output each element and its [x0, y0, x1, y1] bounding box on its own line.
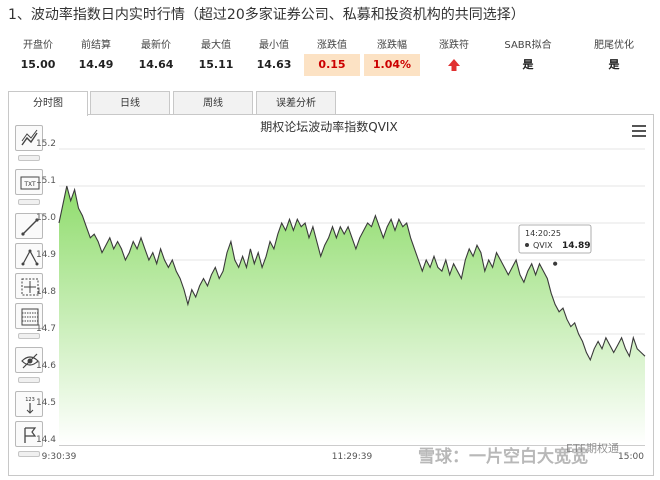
- y-tick-label: 14.5: [36, 398, 56, 408]
- tooltip-series: QVIX: [533, 241, 553, 250]
- tooltip-marker: [552, 260, 559, 267]
- qvix-chart: 期权论坛波动率指数QVIX 14.4 14.5 14.6 14.7 14.8 14.9 15…: [36, 119, 646, 462]
- y-tick-label: 14.9: [36, 250, 56, 260]
- tab-weekly[interactable]: 周线: [173, 91, 253, 115]
- tab-daily[interactable]: 日线: [90, 91, 170, 115]
- stat-label: 开盘价: [23, 40, 53, 51]
- section-heading: 1、波动率指数日内实时行情（超过20多家证券公司、私募和投资机构的共同选择）: [8, 7, 525, 23]
- y-tick-label: 14.6: [36, 361, 56, 371]
- y-tick-label: 15.1: [36, 176, 56, 186]
- chart-panel: TXT 123 期权论坛波动率指数QVIX 14.4 14.5 14.6 14.…: [8, 114, 654, 476]
- stat-prev-settle: 前结算 14.49: [68, 38, 124, 76]
- stat-value: 14.64: [138, 58, 174, 71]
- stats-table: 开盘价 15.00 前结算 14.49 最新价 14.64 最大值 15.11 …: [8, 38, 648, 78]
- stat-value: 14.49: [78, 58, 114, 71]
- watermark: 雪球：一片空白大宽宽: [418, 447, 588, 467]
- stat-max: 最大值 15.11: [188, 38, 244, 76]
- stat-value: 14.63: [256, 58, 292, 71]
- stat-label: 涨跌值: [317, 40, 347, 51]
- stat-direction: 涨跌符: [426, 38, 482, 76]
- stat-label: 最小值: [259, 40, 289, 51]
- tab-intraday[interactable]: 分时图: [8, 91, 88, 116]
- y-tick-label: 14.8: [36, 287, 56, 297]
- stat-label: 最新价: [141, 40, 171, 51]
- chart-tabs: 分时图 日线 周线 误差分析: [8, 91, 654, 116]
- y-tick-label: 14.4: [36, 435, 56, 445]
- stat-open: 开盘价 15.00: [10, 38, 66, 76]
- tooltip-time: 14:20:25: [525, 229, 561, 238]
- chart-tooltip: 14:20:25 QVIX 14.89: [518, 224, 592, 254]
- up-arrow-icon: [426, 54, 482, 76]
- stat-label: 涨跌符: [439, 40, 469, 51]
- stat-fat-tail: 肥尾优化 是: [586, 38, 642, 76]
- tooltip-value: 14.89: [562, 241, 590, 251]
- stat-value: 15.11: [198, 58, 234, 71]
- x-tick-label: 15:00: [618, 452, 644, 462]
- stat-value: 是: [608, 58, 620, 71]
- tab-error-analysis[interactable]: 误差分析: [256, 91, 336, 115]
- stat-value-highlight: 0.15: [304, 54, 360, 76]
- stat-label: 肥尾优化: [594, 40, 634, 51]
- y-tick-label: 15.0: [36, 213, 56, 223]
- y-tick-label: 15.2: [36, 139, 56, 149]
- stat-latest: 最新价 14.64: [128, 38, 184, 76]
- stat-label: SABR拟合: [504, 40, 552, 51]
- stat-label: 最大值: [201, 40, 231, 51]
- x-tick-label: 9:30:39: [42, 452, 77, 462]
- watermark-sub: ETF期权通: [566, 442, 619, 455]
- chart-title: 期权论坛波动率指数QVIX: [260, 119, 397, 134]
- stat-sabr: SABR拟合 是: [500, 38, 556, 76]
- stat-value-highlight: 1.04%: [364, 54, 420, 76]
- y-tick-label: 14.7: [36, 324, 56, 334]
- x-tick-label: 11:29:39: [332, 452, 373, 462]
- stat-value: 15.00: [20, 58, 56, 71]
- stat-label: 前结算: [81, 40, 111, 51]
- stat-label: 涨跌幅: [377, 40, 407, 51]
- stat-change-pct: 涨跌幅 1.04%: [364, 38, 420, 76]
- stat-change: 涨跌值 0.15: [304, 38, 360, 76]
- y-axis-labels: 14.4 14.5 14.6 14.7 14.8 14.9 15.0 15.1 15.2: [36, 139, 56, 445]
- stat-min: 最小值 14.63: [246, 38, 302, 76]
- stat-value: 是: [522, 58, 534, 71]
